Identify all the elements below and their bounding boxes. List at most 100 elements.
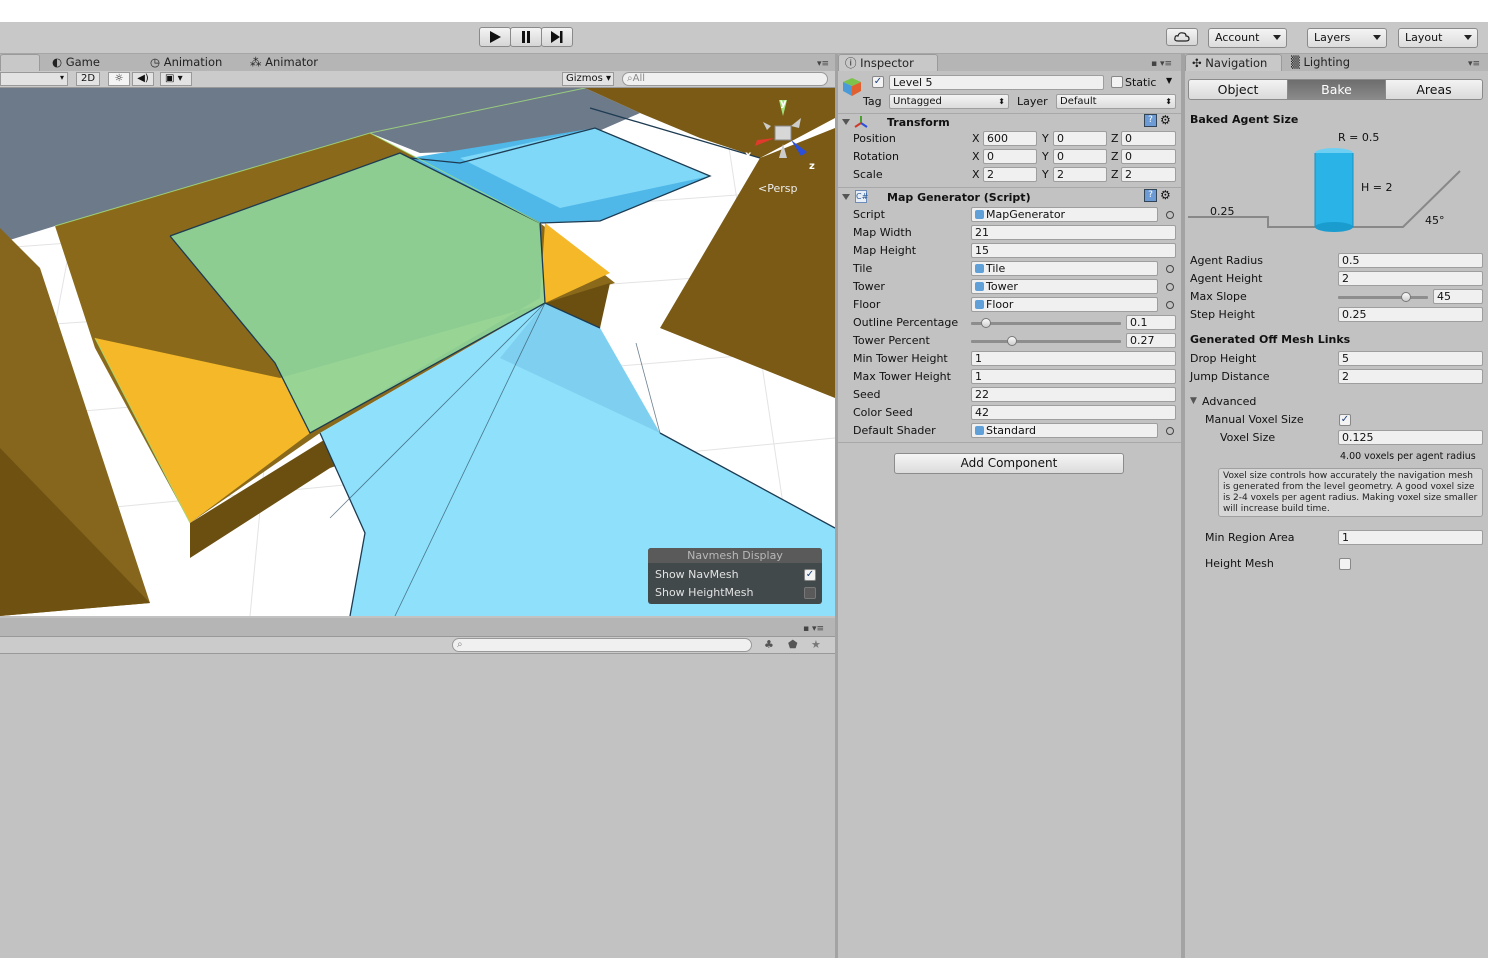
script-field[interactable]: MapGenerator xyxy=(971,207,1158,222)
tab-animator[interactable]: ⁂ Animator xyxy=(250,54,340,71)
rotation-x-field[interactable]: 0 xyxy=(983,149,1037,164)
object-picker-icon[interactable] xyxy=(1166,265,1174,273)
effects-toggle-icon[interactable]: ▣ ▾ xyxy=(160,72,192,86)
layers-dropdown[interactable]: Layers xyxy=(1307,28,1387,48)
lighting-toggle-icon[interactable]: ☼ xyxy=(108,72,130,86)
floor-field[interactable]: Floor xyxy=(971,297,1158,312)
account-dropdown[interactable]: Account xyxy=(1208,28,1287,48)
outline-percentage-slider[interactable] xyxy=(971,322,1121,325)
max-slope-field[interactable]: 45 xyxy=(1433,289,1483,304)
max-tower-height-field[interactable]: 1 xyxy=(971,369,1176,384)
map-width-field[interactable]: 21 xyxy=(971,225,1176,240)
audio-toggle-icon[interactable]: ◀︎) xyxy=(132,72,154,86)
projection-label[interactable]: <Persp xyxy=(758,182,797,195)
project-search-input[interactable]: ⌕ xyxy=(452,638,752,652)
layout-dropdown[interactable]: Layout xyxy=(1398,28,1478,48)
show-heightmesh-checkbox[interactable] xyxy=(804,587,816,599)
manual-voxel-checkbox[interactable]: ✓ xyxy=(1339,414,1351,426)
tower-percent-slider[interactable] xyxy=(971,340,1121,343)
foldout-script-icon[interactable] xyxy=(842,194,850,200)
object-picker-icon[interactable] xyxy=(1166,427,1174,435)
static-checkbox[interactable] xyxy=(1111,76,1123,88)
agent-radius-field[interactable]: 0.5 xyxy=(1338,253,1483,268)
lock-icon[interactable]: ▪ ▾≡ xyxy=(803,624,824,634)
tower-percent-slider-knob[interactable] xyxy=(1006,336,1017,346)
project-panel[interactable] xyxy=(0,655,835,958)
scale-y-field[interactable]: 2 xyxy=(1053,167,1107,182)
tab-inspector[interactable]: ⓘ Inspector xyxy=(838,54,938,71)
segment-object[interactable]: Object xyxy=(1188,79,1288,100)
drop-height-field[interactable]: 5 xyxy=(1338,351,1483,366)
outline-percentage-slider-knob[interactable] xyxy=(981,318,991,328)
panel-menu-icon[interactable]: ▾≡ xyxy=(1468,59,1480,69)
object-picker-icon[interactable] xyxy=(1166,283,1174,291)
object-name-input[interactable]: Level 5 xyxy=(889,75,1104,90)
filter-type-icon[interactable]: ♣ xyxy=(764,638,774,651)
layer-dropdown[interactable]: Default ⬍ xyxy=(1056,94,1176,109)
position-x-field[interactable]: 600 xyxy=(983,131,1037,146)
tab-scene[interactable] xyxy=(0,54,40,71)
mode-2d-toggle[interactable]: 2D xyxy=(76,72,100,86)
filter-label-icon[interactable]: ⬟ xyxy=(788,638,798,651)
segment-areas[interactable]: Areas xyxy=(1385,79,1483,100)
jump-distance-field[interactable]: 2 xyxy=(1338,369,1483,384)
tab-game[interactable]: ◐ Game xyxy=(52,54,112,71)
max-slope-slider-knob[interactable] xyxy=(1400,292,1411,302)
tag-dropdown[interactable]: Untagged ⬍ xyxy=(889,94,1009,109)
color-seed-field[interactable]: 42 xyxy=(971,405,1176,420)
foldout-advanced-icon[interactable]: ▼ xyxy=(1190,396,1197,406)
chevron-down-icon[interactable]: ▼ xyxy=(1166,76,1172,85)
rotation-z-field[interactable]: 0 xyxy=(1121,149,1176,164)
object-picker-icon[interactable] xyxy=(1166,211,1174,219)
help-book-icon[interactable]: ? xyxy=(1144,114,1157,127)
step-button[interactable] xyxy=(541,27,573,47)
voxel-size-field[interactable]: 0.125 xyxy=(1338,430,1483,445)
tower-percent-field[interactable]: 0.27 xyxy=(1126,333,1176,348)
min-region-field[interactable]: 1 xyxy=(1338,530,1483,545)
gear-icon[interactable]: ⚙ xyxy=(1160,188,1171,202)
tab-lighting[interactable]: ▒ Lighting xyxy=(1291,54,1381,71)
min-tower-height-field[interactable]: 1 xyxy=(971,351,1176,366)
map-height-field[interactable]: 15 xyxy=(971,243,1176,258)
tile-label: Tile xyxy=(853,262,873,275)
position-y-field[interactable]: 0 xyxy=(1053,131,1107,146)
step-height-field[interactable]: 0.25 xyxy=(1338,307,1483,322)
tab-navigation[interactable]: ✣ Navigation xyxy=(1185,54,1282,71)
segment-bake[interactable]: Bake xyxy=(1287,79,1386,100)
tab-animation[interactable]: ◷ Animation xyxy=(150,54,240,71)
lock-icon[interactable]: ▪ ▾≡ xyxy=(1151,59,1172,69)
favorite-star-icon[interactable]: ★ xyxy=(811,638,821,651)
scene-view[interactable]: y x z <Persp xyxy=(0,88,835,616)
tower-field[interactable]: Tower xyxy=(971,279,1158,294)
show-navmesh-checkbox[interactable]: ✓ xyxy=(804,569,816,581)
agent-height-field[interactable]: 2 xyxy=(1338,271,1483,286)
outline-percentage-field[interactable]: 0.1 xyxy=(1126,315,1176,330)
gizmos-dropdown[interactable]: Gizmos ▾ xyxy=(562,72,614,86)
voxel-help-box: Voxel size controls how accurately the n… xyxy=(1218,468,1483,517)
seed-field[interactable]: 22 xyxy=(971,387,1176,402)
position-z-field[interactable]: 0 xyxy=(1121,131,1176,146)
add-component-button[interactable]: Add Component xyxy=(894,453,1124,474)
advanced-label[interactable]: Advanced xyxy=(1202,395,1256,408)
max-slope-slider[interactable] xyxy=(1338,296,1428,299)
panel-menu-icon[interactable]: ▾≡ xyxy=(817,59,829,69)
voxels-per-radius-text: 4.00 voxels per agent radius xyxy=(1340,451,1476,462)
scale-x-field[interactable]: 2 xyxy=(983,167,1037,182)
pause-button[interactable] xyxy=(510,27,542,47)
scale-z-field[interactable]: 2 xyxy=(1121,167,1176,182)
tile-field[interactable]: Tile xyxy=(971,261,1158,276)
scene-search-input[interactable]: ⌕All xyxy=(622,72,828,86)
gear-icon[interactable]: ⚙ xyxy=(1160,113,1171,127)
default-shader-field[interactable]: Standard xyxy=(971,423,1158,438)
height-mesh-checkbox[interactable] xyxy=(1339,558,1351,570)
rotation-y-field[interactable]: 0 xyxy=(1053,149,1107,164)
help-book-icon[interactable]: ? xyxy=(1144,189,1157,202)
shading-mode-dropdown[interactable]: ▾ xyxy=(0,72,68,86)
object-picker-icon[interactable] xyxy=(1166,301,1174,309)
orientation-gizmo[interactable]: y x z xyxy=(745,96,820,176)
scene-canvas[interactable] xyxy=(0,88,835,616)
play-button[interactable] xyxy=(479,27,511,47)
active-checkbox[interactable]: ✓ xyxy=(872,76,884,88)
foldout-transform-icon[interactable] xyxy=(842,119,850,125)
cloud-button[interactable] xyxy=(1166,28,1198,46)
